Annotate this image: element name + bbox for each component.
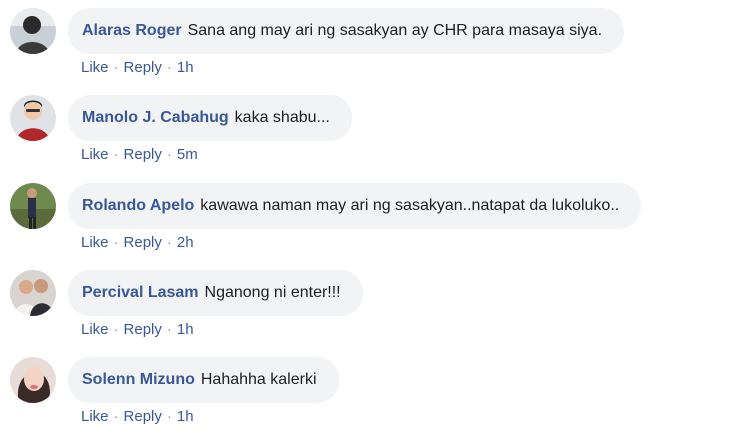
timestamp-link[interactable]: 2h [177, 234, 194, 251]
reply-link[interactable]: Reply [124, 321, 162, 338]
avatar-photo-icon [10, 183, 56, 229]
comment-actions: Like · Reply · 2h [81, 234, 194, 251]
reply-link[interactable]: Reply [124, 234, 162, 251]
comment-actions: Like · Reply · 1h [81, 59, 194, 76]
like-link[interactable]: Like [81, 59, 109, 76]
comment-author-link[interactable]: Rolando Apelo [82, 197, 194, 215]
comment-actions: Like · Reply · 1h [81, 321, 194, 338]
separator: · [166, 59, 172, 76]
comment-author-link[interactable]: Alaras Roger [82, 22, 182, 40]
timestamp-link[interactable]: 1h [177, 59, 194, 76]
comment-bubble: Percival Lasam Nganong ni enter!!! [68, 270, 363, 316]
reply-link[interactable]: Reply [124, 146, 162, 163]
separator: · [113, 321, 119, 338]
reply-link[interactable]: Reply [124, 59, 162, 76]
separator: · [113, 408, 119, 425]
comment-bubble: Manolo J. Cabahug kaka shabu... [68, 95, 352, 141]
comment-text: kawawa naman may ari ng sasakyan..natapa… [200, 197, 620, 214]
user-avatar[interactable] [10, 270, 56, 316]
timestamp-link[interactable]: 1h [177, 408, 194, 425]
timestamp-link[interactable]: 5m [177, 146, 198, 163]
comment-author-link[interactable]: Manolo J. Cabahug [82, 109, 229, 127]
user-avatar[interactable] [10, 8, 56, 54]
separator: · [113, 59, 119, 76]
comment-actions: Like · Reply · 5m [81, 146, 198, 163]
comment-author-link[interactable]: Percival Lasam [82, 284, 199, 302]
separator: · [166, 234, 172, 251]
avatar-photo-icon [10, 357, 56, 403]
comment-text: kaka shabu... [234, 109, 330, 126]
user-avatar[interactable] [10, 95, 56, 141]
like-link[interactable]: Like [81, 408, 109, 425]
reply-link[interactable]: Reply [124, 408, 162, 425]
comment-bubble: Solenn Mizuno Hahahha kalerki [68, 357, 339, 403]
separator: · [113, 146, 119, 163]
like-link[interactable]: Like [81, 321, 109, 338]
separator: · [166, 146, 172, 163]
comment-text: Sana ang may ari ng sasakyan ay CHR para… [187, 22, 603, 39]
comment-bubble: Alaras Roger Sana ang may ari ng sasakya… [68, 8, 625, 54]
like-link[interactable]: Like [81, 234, 109, 251]
user-avatar[interactable] [10, 183, 56, 229]
comment-text: Nganong ni enter!!! [204, 284, 341, 301]
user-avatar[interactable] [10, 357, 56, 403]
timestamp-link[interactable]: 1h [177, 321, 194, 338]
comment-author-link[interactable]: Solenn Mizuno [82, 371, 195, 389]
separator: · [166, 321, 172, 338]
comment-text: Hahahha kalerki [200, 371, 317, 388]
comment-list: Alaras Roger Sana ang may ari ng sasakya… [0, 0, 750, 440]
separator: · [166, 408, 172, 425]
comment-bubble: Rolando Apelo kawawa naman may ari ng sa… [68, 183, 642, 229]
comment-actions: Like · Reply · 1h [81, 408, 194, 425]
avatar-photo-icon [10, 270, 56, 316]
separator: · [113, 234, 119, 251]
avatar-photo-icon [10, 95, 56, 141]
avatar-photo-icon [10, 8, 56, 54]
like-link[interactable]: Like [81, 146, 109, 163]
